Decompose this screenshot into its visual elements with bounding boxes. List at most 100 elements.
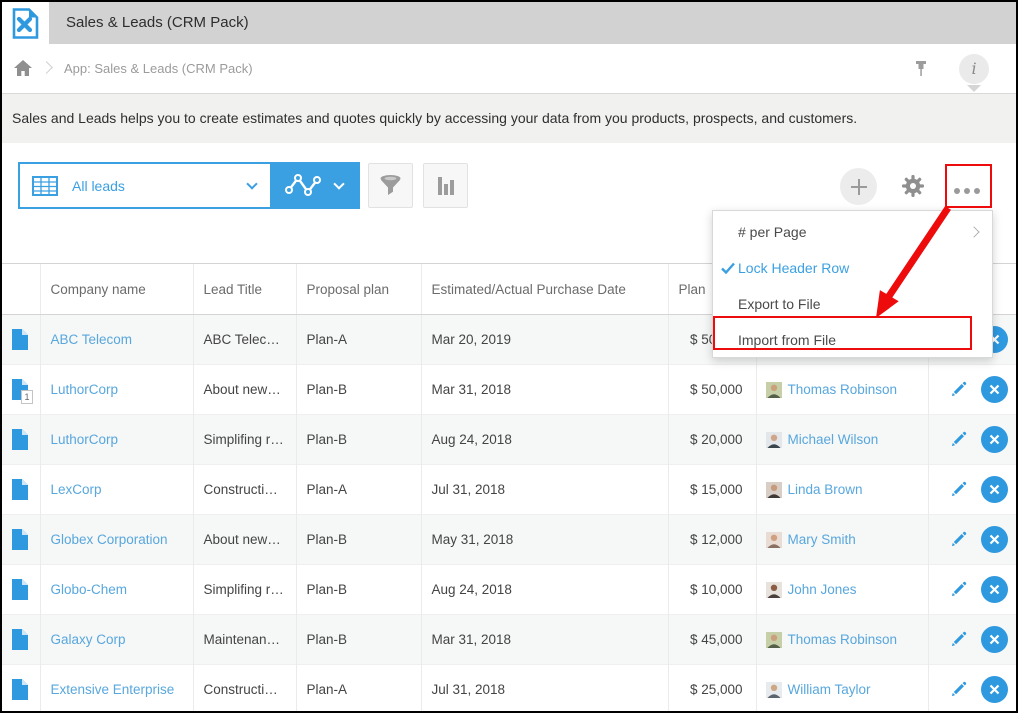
menu-item-label: Export to File (738, 296, 820, 312)
app-description-text: Sales and Leads helps you to create esti… (2, 94, 1016, 143)
record-icon-cell[interactable] (2, 415, 40, 465)
table-row[interactable]: Globo-ChemSimplifing r…Plan-BAug 24, 201… (2, 565, 1016, 615)
title-bar: Sales & Leads (CRM Pack) (2, 2, 1016, 44)
edit-icon[interactable] (950, 431, 967, 448)
purchase-date-cell: Mar 31, 2018 (421, 365, 668, 415)
menu-item-lock-header-row[interactable]: Lock Header Row (713, 250, 992, 286)
record-icon-cell[interactable] (2, 665, 40, 713)
person-link[interactable]: William Taylor (788, 682, 871, 697)
record-icon-cell[interactable] (2, 615, 40, 665)
table-row[interactable]: LexCorpConstructi…Plan-AJul 31, 2018$ 15… (2, 465, 1016, 515)
row-actions-cell (928, 565, 1016, 615)
column-header-lead-title: Lead Title (193, 264, 296, 315)
chart-button[interactable] (423, 163, 468, 208)
purchase-date-cell: Aug 24, 2018 (421, 415, 668, 465)
add-record-button[interactable] (840, 168, 877, 205)
company-name-cell[interactable]: LexCorp (40, 465, 193, 515)
page-title: Sales & Leads (CRM Pack) (66, 2, 249, 44)
record-icon-cell[interactable] (2, 465, 40, 515)
lead-title-cell: Simplifing r… (193, 415, 296, 465)
table-row[interactable]: 1LuthorCorpAbout new…Plan-BMar 31, 2018$… (2, 365, 1016, 415)
purchase-date-cell: Mar 20, 2019 (421, 315, 668, 365)
pin-icon[interactable] (912, 59, 930, 79)
app-description-bar: Sales and Leads helps you to create esti… (2, 93, 1016, 143)
view-selector-dropdown[interactable]: All leads (20, 164, 270, 207)
record-file-icon (11, 529, 28, 550)
settings-button[interactable] (901, 174, 925, 198)
lead-title-cell: About new… (193, 515, 296, 565)
avatar (766, 532, 782, 548)
edit-icon[interactable] (950, 681, 967, 698)
edit-icon[interactable] (950, 581, 967, 598)
avatar (766, 582, 782, 598)
edit-icon[interactable] (950, 531, 967, 548)
record-icon-cell[interactable] (2, 565, 40, 615)
column-header-estimated-actual-purchase-date: Estimated/Actual Purchase Date (421, 264, 668, 315)
person-link[interactable]: Thomas Robinson (788, 382, 898, 397)
record-icon-cell[interactable] (2, 315, 40, 365)
delete-button[interactable] (981, 626, 1008, 653)
chevron-down-icon (246, 178, 257, 189)
assigned-person-cell: Michael Wilson (756, 415, 928, 465)
filter-icon (378, 174, 403, 198)
person-link[interactable]: John Jones (788, 582, 857, 597)
menu-item-per-page[interactable]: # per Page (713, 214, 992, 250)
table-row[interactable]: Extensive EnterpriseConstructi…Plan-AJul… (2, 665, 1016, 713)
delete-button[interactable] (981, 576, 1008, 603)
chart-view-toggle[interactable] (270, 164, 358, 207)
company-name-cell[interactable]: Galaxy Corp (40, 615, 193, 665)
proposal-plan-cell: Plan-B (296, 615, 421, 665)
menu-item-label: # per Page (738, 224, 807, 240)
proposal-plan-cell: Plan-A (296, 315, 421, 365)
app-window: Sales & Leads (CRM Pack) App: Sales & Le… (0, 0, 1018, 713)
delete-icon (989, 484, 1000, 495)
lead-title-cell: Constructi… (193, 665, 296, 713)
view-selector[interactable]: All leads (18, 162, 360, 209)
row-actions-cell (928, 365, 1016, 415)
company-name-cell[interactable]: Globo-Chem (40, 565, 193, 615)
edit-icon[interactable] (950, 481, 967, 498)
person-link[interactable]: Michael Wilson (788, 432, 879, 447)
delete-button[interactable] (981, 526, 1008, 553)
person-link[interactable]: Thomas Robinson (788, 632, 898, 647)
assigned-person-cell: John Jones (756, 565, 928, 615)
table-row[interactable]: Galaxy CorpMaintenan…Plan-BMar 31, 2018$… (2, 615, 1016, 665)
company-name-cell[interactable]: ABC Telecom (40, 315, 193, 365)
menu-item-import-from-file[interactable]: Import from File (713, 322, 992, 358)
delete-button[interactable] (981, 426, 1008, 453)
app-logo[interactable] (2, 2, 49, 44)
delete-icon (989, 384, 1000, 395)
more-options-menu: # per Page Lock Header Row Export to File I… (712, 210, 993, 358)
menu-item-label: Import from File (738, 332, 836, 348)
person-link[interactable]: Mary Smith (788, 532, 856, 547)
row-actions-cell (928, 615, 1016, 665)
delete-button[interactable] (981, 676, 1008, 703)
plan-amount-cell: $ 25,000 (668, 665, 756, 713)
plan-amount-cell: $ 12,000 (668, 515, 756, 565)
purchase-date-cell: May 31, 2018 (421, 515, 668, 565)
filter-button[interactable] (368, 163, 413, 208)
record-icon-cell[interactable] (2, 515, 40, 565)
company-name-cell[interactable]: Globex Corporation (40, 515, 193, 565)
edit-icon[interactable] (950, 381, 967, 398)
more-options-button[interactable] (951, 182, 983, 190)
table-row[interactable]: Globex CorporationAbout new…Plan-BMay 31… (2, 515, 1016, 565)
record-icon-cell[interactable]: 1 (2, 365, 40, 415)
plan-amount-cell: $ 15,000 (668, 465, 756, 515)
assigned-person-cell: William Taylor (756, 665, 928, 713)
menu-item-export-to-file[interactable]: Export to File (713, 286, 992, 322)
assigned-person-cell: Mary Smith (756, 515, 928, 565)
plan-amount-cell: $ 20,000 (668, 415, 756, 465)
home-icon[interactable] (14, 60, 32, 76)
info-icon[interactable]: i (959, 54, 989, 84)
delete-button[interactable] (981, 376, 1008, 403)
company-name-cell[interactable]: Extensive Enterprise (40, 665, 193, 713)
edit-icon[interactable] (950, 631, 967, 648)
company-name-cell[interactable]: LuthorCorp (40, 365, 193, 415)
app-document-icon (12, 8, 39, 39)
person-link[interactable]: Linda Brown (788, 482, 863, 497)
delete-button[interactable] (981, 476, 1008, 503)
delete-icon (989, 684, 1000, 695)
company-name-cell[interactable]: LuthorCorp (40, 415, 193, 465)
table-row[interactable]: LuthorCorpSimplifing r…Plan-BAug 24, 201… (2, 415, 1016, 465)
